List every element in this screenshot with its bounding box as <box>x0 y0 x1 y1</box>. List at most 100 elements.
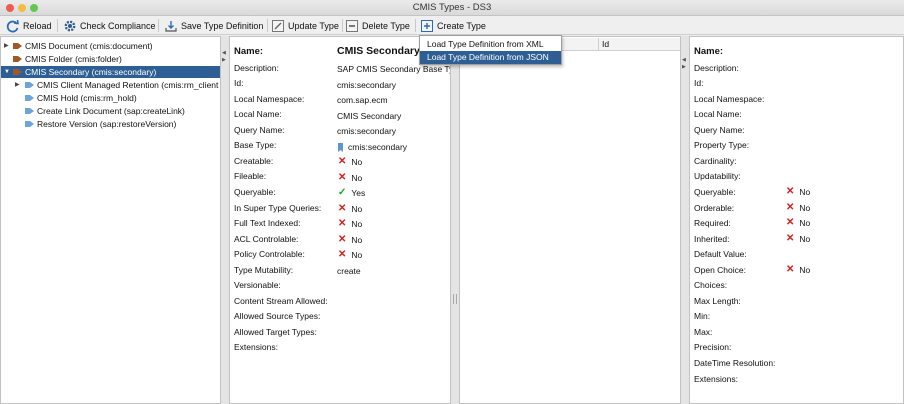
tree-item-cmis-secondary[interactable]: ▼ CMIS Secondary (cmis:secondary) <box>1 66 220 78</box>
property-attribute-label: Id: <box>694 78 704 89</box>
tree-item-cmis-document[interactable]: ▶ CMIS Document (cmis:document) <box>1 40 220 52</box>
property-attribute-label: Updatability: <box>694 171 741 182</box>
property-attribute-label: Open Choice: <box>694 264 746 275</box>
close-window-button[interactable] <box>6 4 14 12</box>
tree-item-create-link-document[interactable]: Create Link Document (sap:createLink) <box>1 105 220 117</box>
secondary-tag-icon <box>25 82 34 88</box>
window-title: CMIS Types - DS3 <box>412 2 492 13</box>
title-bar: CMIS Types - DS3 <box>0 0 904 16</box>
type-property-label: Query Name: <box>234 124 285 135</box>
menu-item-load-xml[interactable]: Load Type Definition from XML <box>420 38 561 51</box>
property-attribute-label: Inherited: <box>694 233 730 244</box>
type-property-label: Versionable: <box>234 280 281 291</box>
type-creatable-value: ✕ No <box>338 156 363 167</box>
reload-button[interactable]: Reload <box>6 17 52 34</box>
type-details-panel: Name: Description: Id: Local Namespace: Loca… <box>229 36 451 404</box>
type-local-namespace-value: com.sap.ecm <box>337 95 388 105</box>
create-type-button[interactable]: Create Type <box>420 17 486 34</box>
column-header-id[interactable]: Id <box>602 38 609 51</box>
type-property-label: Local Namespace: <box>234 93 305 104</box>
secondary-tag-icon <box>25 121 34 127</box>
menu-item-load-json[interactable]: Load Type Definition from JSON <box>420 51 561 64</box>
property-table-panel[interactable]: Id <box>459 36 681 404</box>
type-property-label: Allowed Target Types: <box>234 326 317 337</box>
type-property-label: Name: <box>234 46 264 57</box>
save-icon <box>164 19 178 33</box>
reload-icon <box>6 19 20 33</box>
tree-item-restore-version[interactable]: Restore Version (sap:restoreVersion) <box>1 118 220 130</box>
save-type-definition-button[interactable]: Save Type Definition <box>164 17 263 34</box>
splitter-left-arrow-icon[interactable]: ◀ <box>682 57 686 63</box>
expand-arrow-icon[interactable]: ▶ <box>15 79 20 91</box>
create-type-menu: Load Type Definition from XML Load Type … <box>419 35 562 65</box>
splitter-right-arrow-icon[interactable]: ▶ <box>222 57 226 63</box>
column-divider[interactable] <box>598 38 599 51</box>
splitter-properties[interactable]: ◀ ▶ <box>681 36 689 404</box>
zoom-window-button[interactable] <box>30 4 38 12</box>
toolbar-separator <box>415 19 416 32</box>
type-property-label: ACL Controlable: <box>234 233 299 244</box>
type-full-text-indexed-value: ✕ No <box>338 218 363 229</box>
type-property-label: Fileable: <box>234 171 267 182</box>
plus-icon <box>420 19 434 33</box>
cross-icon: ✕ <box>338 249 347 260</box>
type-name-value: CMIS Secondary <box>337 45 420 57</box>
type-tag-icon <box>13 43 22 49</box>
type-base-type-value[interactable]: cmis:secondary <box>338 141 407 153</box>
cross-icon: ✕ <box>786 233 795 244</box>
property-attribute-label: Min: <box>694 311 711 322</box>
splitter-details[interactable] <box>451 36 459 404</box>
property-open-choice-value: ✕ No <box>786 264 811 275</box>
property-orderable-value: ✕ No <box>786 202 811 213</box>
splitter-grip[interactable] <box>453 294 457 304</box>
type-property-label: Policy Controlable: <box>234 249 305 260</box>
property-attribute-label: Local Namespace: <box>694 93 765 104</box>
tree-item-client-managed-retention[interactable]: ▶ CMIS Client Managed Retention (cmis:rm… <box>1 79 220 91</box>
property-attribute-label: Extensions: <box>694 373 738 384</box>
delete-type-button[interactable]: Delete Type <box>345 17 410 34</box>
property-attribute-label: Cardinality: <box>694 155 737 166</box>
splitter-tree[interactable]: ◀ ▶ <box>221 36 229 404</box>
property-attribute-label: Default Value: <box>694 249 747 260</box>
property-attribute-label: Description: <box>694 62 739 73</box>
check-compliance-button[interactable]: Check Compliance <box>63 17 156 34</box>
cross-icon: ✕ <box>338 203 347 214</box>
toolbar-separator <box>267 19 268 32</box>
expand-arrow-icon[interactable]: ▶ <box>4 40 9 52</box>
update-type-button[interactable]: Update Type <box>271 17 339 34</box>
property-inherited-value: ✕ No <box>786 233 811 244</box>
tree-item-cmis-hold[interactable]: CMIS Hold (cmis:rm_hold) <box>1 92 220 104</box>
property-details-panel: Name: Description: Id: Local Namespace: Loca… <box>689 36 904 404</box>
cross-icon: ✕ <box>786 217 795 228</box>
property-attribute-label: Name: <box>694 46 724 57</box>
cross-icon: ✕ <box>786 186 795 197</box>
cross-icon: ✕ <box>338 156 347 167</box>
type-local-name-value: CMIS Secondary <box>337 111 402 121</box>
secondary-tag-icon <box>25 95 34 101</box>
splitter-right-arrow-icon[interactable]: ▶ <box>682 64 686 70</box>
gear-icon <box>63 19 77 33</box>
type-in-super-type-queries-value: ✕ No <box>338 203 363 214</box>
cross-icon: ✕ <box>338 172 347 183</box>
type-property-label: Queryable: <box>234 186 276 197</box>
tree-item-cmis-folder[interactable]: CMIS Folder (cmis:folder) <box>1 53 220 65</box>
type-tag-icon <box>13 56 22 62</box>
property-attribute-label: Query Name: <box>694 124 745 135</box>
type-mutability-value: create <box>337 266 361 276</box>
type-tree[interactable]: ▶ CMIS Document (cmis:document) CMIS Fol… <box>0 36 221 404</box>
bookmark-icon <box>338 142 343 152</box>
collapse-arrow-icon[interactable]: ▼ <box>4 66 10 78</box>
type-tag-icon <box>13 69 22 75</box>
type-acl-controlable-value: ✕ No <box>338 234 363 245</box>
type-property-label: Creatable: <box>234 155 274 166</box>
type-property-label: In Super Type Queries: <box>234 202 322 213</box>
minus-icon <box>345 19 359 33</box>
splitter-left-arrow-icon[interactable]: ◀ <box>222 50 226 56</box>
minimize-window-button[interactable] <box>18 4 26 12</box>
type-property-label: Local Name: <box>234 109 282 120</box>
check-icon: ✓ <box>338 187 347 198</box>
property-attribute-label: Required: <box>694 218 731 229</box>
type-property-label: Id: <box>234 78 244 89</box>
type-queryable-value: ✓ Yes <box>338 187 366 198</box>
property-attribute-label: Precision: <box>694 342 732 353</box>
